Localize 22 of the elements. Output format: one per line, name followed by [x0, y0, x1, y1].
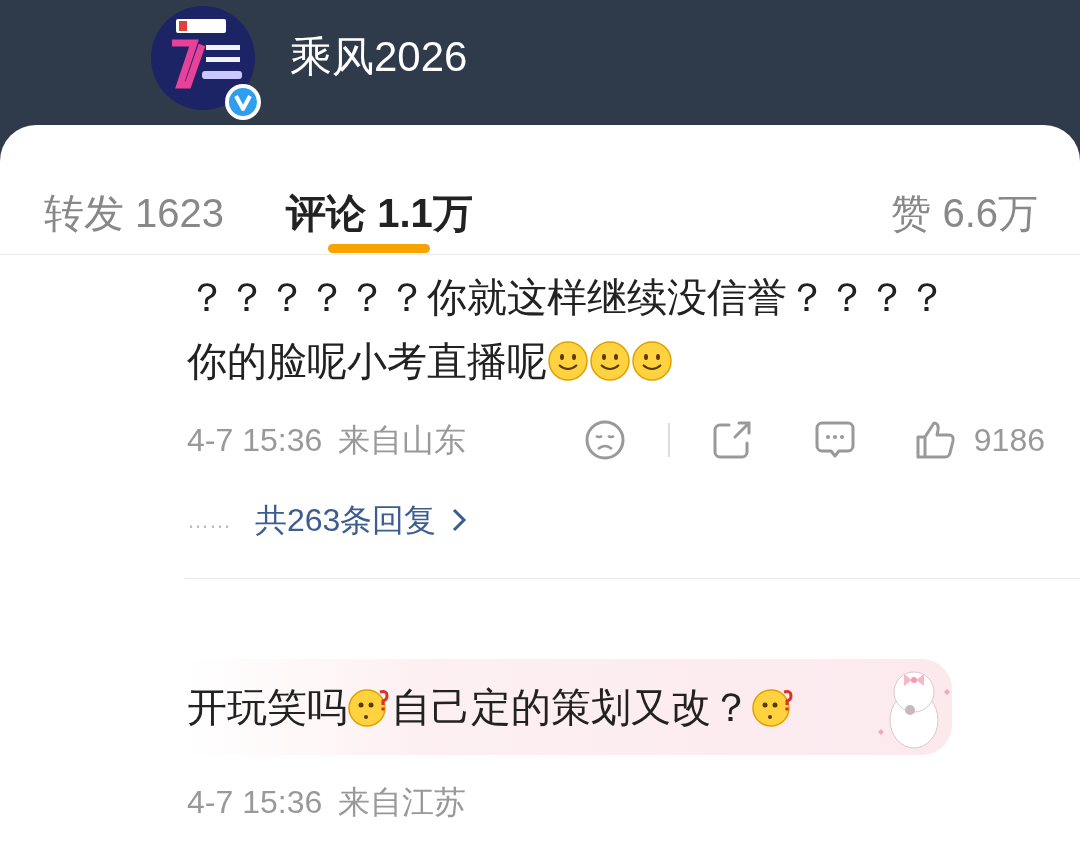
tab[interactable]: 赞 6.6万 [891, 173, 1038, 253]
comment-text: 你的脸呢小考直播呢 [187, 338, 547, 385]
comment-time: 4-7 15:36 [187, 783, 323, 822]
comment-location: 来自山东 [338, 421, 467, 460]
comment-text: 开玩笑吗 [187, 684, 347, 731]
tab[interactable]: 转发 1623 [44, 173, 225, 253]
puzzled-emoji-icon[interactable] [751, 686, 795, 728]
puzzled-emoji-icon[interactable] [347, 686, 391, 728]
account-name: 乘风2026 [290, 36, 468, 78]
smile-emoji-icon[interactable] [547, 340, 589, 382]
ellipsis-text: …… [187, 506, 231, 535]
comment-location: 来自江苏 [338, 783, 467, 822]
smile-emoji-icon[interactable] [631, 340, 673, 382]
chevron-right-icon [450, 506, 469, 534]
replies-link[interactable]: 共263条回复 [255, 496, 469, 544]
sad-face-icon[interactable] [583, 419, 626, 461]
tab[interactable]: 评论 1.1万 [286, 173, 473, 253]
comment-text: 自己定的策划又改？ [391, 684, 751, 731]
comment-text: ？？？？？？你就这样继续没信誉？？？？ [187, 274, 947, 321]
smile-emoji-icon[interactable] [589, 340, 631, 382]
comment-time: 4-7 15:36 [187, 421, 323, 460]
like-count: 9186 [973, 421, 1045, 460]
